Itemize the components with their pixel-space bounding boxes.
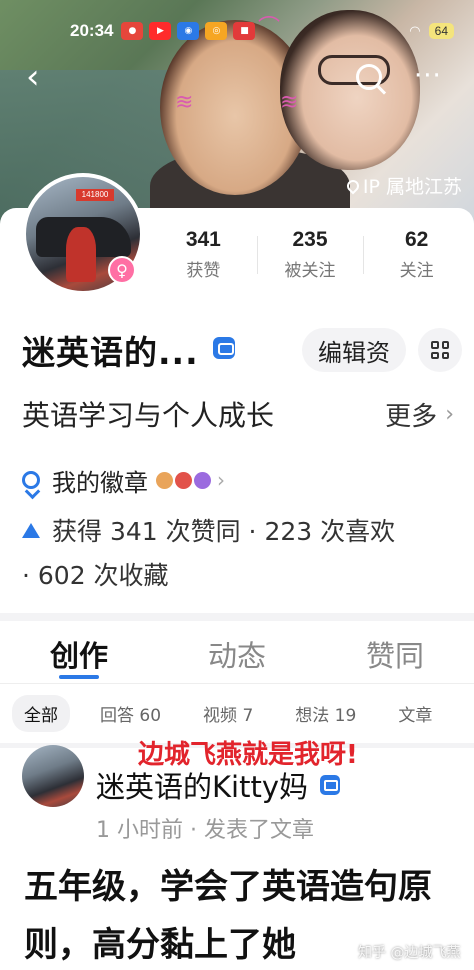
avatar-plate: 141800 xyxy=(76,189,114,201)
sparkle-icon: ≋ xyxy=(280,90,299,115)
edit-profile-button[interactable]: 编辑资 xyxy=(302,328,406,372)
ip-location: IP 属地江苏 xyxy=(344,172,462,199)
chevron-right-icon: › xyxy=(445,401,454,427)
stat-value: 235 xyxy=(292,228,328,251)
status-bar: 20:34 ● ▶ ◉ ◎ ■ ◠ 64 xyxy=(70,18,454,44)
bio-row[interactable]: 英语学习与个人成长 更多 › xyxy=(22,392,454,436)
ip-location-text: IP 属地江苏 xyxy=(362,176,462,198)
back-icon[interactable]: ‹ xyxy=(26,60,54,94)
tab-activity[interactable]: 动态 xyxy=(158,621,316,683)
gender-badge: ♀ xyxy=(108,256,136,284)
location-pin-icon xyxy=(344,177,362,194)
badges-row[interactable]: 我的徽章 › xyxy=(22,464,225,497)
qr-code-icon xyxy=(431,341,449,359)
verified-icon xyxy=(212,337,235,359)
stat-following[interactable]: 62 关注 xyxy=(363,228,470,284)
female-icon: ♀ xyxy=(110,258,134,282)
status-right: ◠ 64 xyxy=(409,23,454,39)
chip-videos[interactable]: 视频 7 xyxy=(191,695,265,732)
badge-eye-icon xyxy=(156,471,173,489)
stat-label: 获赞 xyxy=(186,261,221,281)
feed-author-avatar[interactable] xyxy=(22,745,84,807)
stat-value: 341 xyxy=(185,228,221,251)
chip-answers[interactable]: 回答 60 xyxy=(88,695,173,732)
agree-line-2: · 602 次收藏 xyxy=(22,561,169,590)
chip-thoughts[interactable]: 想法 19 xyxy=(283,695,368,732)
app-red-icon: ● xyxy=(121,22,144,40)
more-link[interactable]: 更多 xyxy=(385,396,437,433)
chip-articles[interactable]: 文章 xyxy=(386,695,444,732)
content-tabs: 创作 动态 赞同 xyxy=(0,621,474,683)
feed-meta: 1 小时前 · 发表了文章 xyxy=(96,818,314,843)
badges-label: 我的徽章 xyxy=(52,468,148,497)
badge-like-icon xyxy=(175,471,192,489)
battery-indicator: 64 xyxy=(428,23,454,39)
youtube-icon: ▶ xyxy=(149,22,172,40)
search-icon[interactable] xyxy=(356,64,382,90)
sparkle-icon: ≋ xyxy=(175,90,194,115)
tab-creations[interactable]: 创作 xyxy=(0,621,158,683)
tab-upvotes[interactable]: 赞同 xyxy=(316,621,474,683)
profile-stats: 341 获赞 235 被关注 62 关注 xyxy=(150,228,470,284)
stat-likes[interactable]: 341 获赞 xyxy=(150,228,257,284)
user-name: 迷英语的... xyxy=(22,333,199,372)
medal-icon xyxy=(22,471,40,489)
user-bio: 英语学习与个人成长 xyxy=(22,399,275,432)
upvote-icon xyxy=(22,523,40,538)
wifi-icon: ◠ xyxy=(409,23,421,39)
verified-icon xyxy=(319,775,340,795)
agree-summary: 获得 341 次赞同 · 223 次喜欢 · 602 次收藏 xyxy=(22,510,462,598)
toutiao-icon: ■ xyxy=(233,22,256,40)
overlay-caption: 边城飞燕就是我呀! xyxy=(138,740,358,770)
avatar-person xyxy=(66,227,96,282)
weibo-icon: ◎ xyxy=(205,22,228,40)
app-blue-icon: ◉ xyxy=(177,22,200,40)
badge-pen-icon xyxy=(194,471,211,489)
stat-label: 被关注 xyxy=(284,261,336,281)
more-options-icon[interactable]: ··· xyxy=(414,63,442,89)
status-time: 20:34 xyxy=(70,21,114,40)
badge-icons xyxy=(156,471,211,489)
qr-code-button[interactable] xyxy=(418,328,462,372)
stat-value: 62 xyxy=(405,228,429,251)
chip-all[interactable]: 全部 xyxy=(12,695,70,732)
stat-followers[interactable]: 235 被关注 xyxy=(256,228,364,284)
stat-label: 关注 xyxy=(399,261,434,281)
status-app-icons: ● ▶ ◉ ◎ ■ xyxy=(121,22,256,40)
watermark: 知乎 @边城飞燕 xyxy=(358,945,461,961)
chevron-right-icon: › xyxy=(217,468,225,492)
name-row: 迷英语的... 编辑资 xyxy=(22,326,462,374)
agree-line-1: 获得 341 次赞同 · 223 次喜欢 xyxy=(52,517,396,546)
